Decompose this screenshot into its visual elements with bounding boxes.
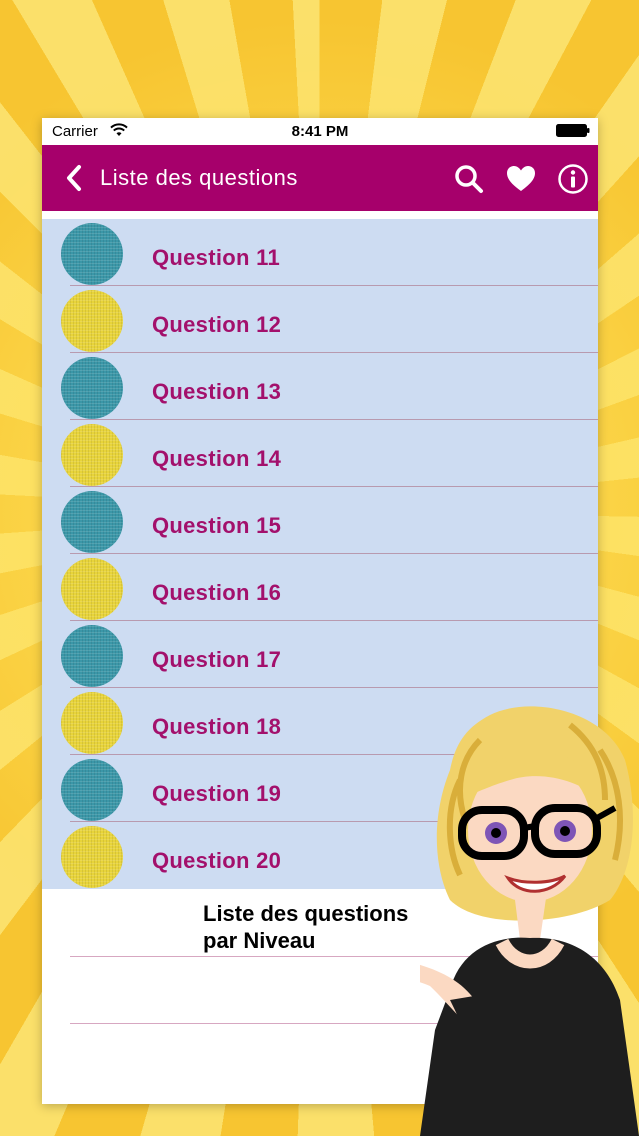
battery-icon bbox=[556, 124, 590, 137]
back-button[interactable]: Liste des questions bbox=[64, 161, 298, 195]
page-title: Liste des questions bbox=[100, 165, 298, 190]
list-item[interactable]: Question 17 bbox=[42, 621, 598, 688]
promo-caption: Liste des questions par Niveau bbox=[203, 900, 408, 954]
list-item[interactable]: Question 15 bbox=[42, 487, 598, 554]
info-icon bbox=[558, 164, 588, 194]
favorites-button[interactable] bbox=[504, 162, 538, 196]
level-dot-icon bbox=[61, 290, 123, 352]
level-dot-icon bbox=[61, 826, 123, 888]
navigation-bar: Liste des questions bbox=[42, 145, 598, 211]
question-label: Question 20 bbox=[152, 848, 282, 873]
level-dot-icon bbox=[61, 692, 123, 754]
search-icon bbox=[455, 165, 483, 193]
clock: 8:41 PM bbox=[291, 123, 349, 140]
level-dot-icon bbox=[61, 558, 123, 620]
list-item[interactable]: Question 13 bbox=[42, 353, 598, 420]
caption-line: Liste des questions bbox=[203, 901, 409, 926]
list-item[interactable]: Question 11 bbox=[42, 219, 598, 286]
level-dot-icon bbox=[61, 223, 123, 285]
level-dot-icon bbox=[61, 625, 123, 687]
level-dot-icon bbox=[61, 357, 123, 419]
question-label: Question 15 bbox=[152, 513, 282, 538]
caption-line: par Niveau bbox=[203, 928, 316, 953]
list-item[interactable]: Question 16 bbox=[42, 554, 598, 621]
list-item[interactable]: Question 14 bbox=[42, 420, 598, 487]
question-label: Question 16 bbox=[152, 580, 282, 605]
search-button[interactable] bbox=[452, 162, 486, 196]
level-dot-icon bbox=[61, 491, 123, 553]
question-label: Question 19 bbox=[152, 781, 282, 806]
list-item[interactable]: Question 12 bbox=[42, 286, 598, 353]
question-label: Question 12 bbox=[152, 312, 282, 337]
question-label: Question 14 bbox=[152, 446, 282, 471]
question-label: Question 18 bbox=[152, 714, 282, 739]
heart-icon bbox=[507, 166, 535, 191]
cartoon-teacher-illustration bbox=[420, 706, 639, 1136]
level-dot-icon bbox=[61, 759, 123, 821]
level-dot-icon bbox=[61, 424, 123, 486]
question-label: Question 11 bbox=[152, 245, 281, 270]
chevron-left-icon bbox=[67, 165, 81, 191]
info-button[interactable] bbox=[556, 162, 590, 196]
question-label: Question 13 bbox=[152, 379, 282, 404]
status-bar: Carrier 8:41 PM bbox=[42, 118, 598, 145]
question-label: Question 17 bbox=[152, 647, 282, 672]
